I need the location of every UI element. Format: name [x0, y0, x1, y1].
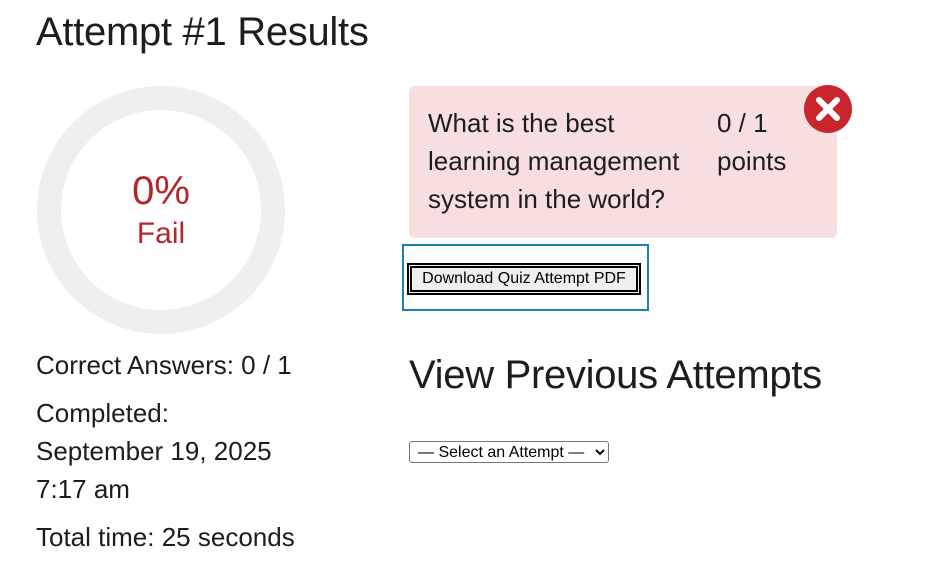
completed-info: Completed: September 19, 2025 7:17 am	[36, 394, 336, 508]
close-circle-icon	[803, 84, 853, 134]
score-status: Fail	[136, 217, 186, 250]
completed-date: September 19, 2025	[36, 436, 272, 466]
question-result-card: What is the best learning management sys…	[409, 86, 837, 238]
total-time: Total time: 25 seconds	[36, 522, 295, 552]
question-points: 0 / 1 points	[717, 108, 787, 176]
completed-time: 7:17 am	[36, 474, 130, 504]
completed-label: Completed:	[36, 398, 169, 428]
question-text: What is the best learning management sys…	[428, 108, 680, 214]
correct-answers: Correct Answers: 0 / 1	[36, 350, 292, 380]
attempt-select[interactable]: — Select an Attempt —	[409, 441, 609, 463]
page-title: Attempt #1 Results	[36, 10, 369, 54]
score-ring: 0% Fail	[37, 86, 285, 334]
score-percent: 0%	[132, 169, 190, 213]
attempt-stats: Correct Answers: 0 / 1 Completed: Septem…	[36, 346, 336, 566]
download-pdf-button[interactable]: Download Quiz Attempt PDF	[407, 263, 641, 295]
previous-attempts-heading: View Previous Attempts	[409, 353, 822, 397]
